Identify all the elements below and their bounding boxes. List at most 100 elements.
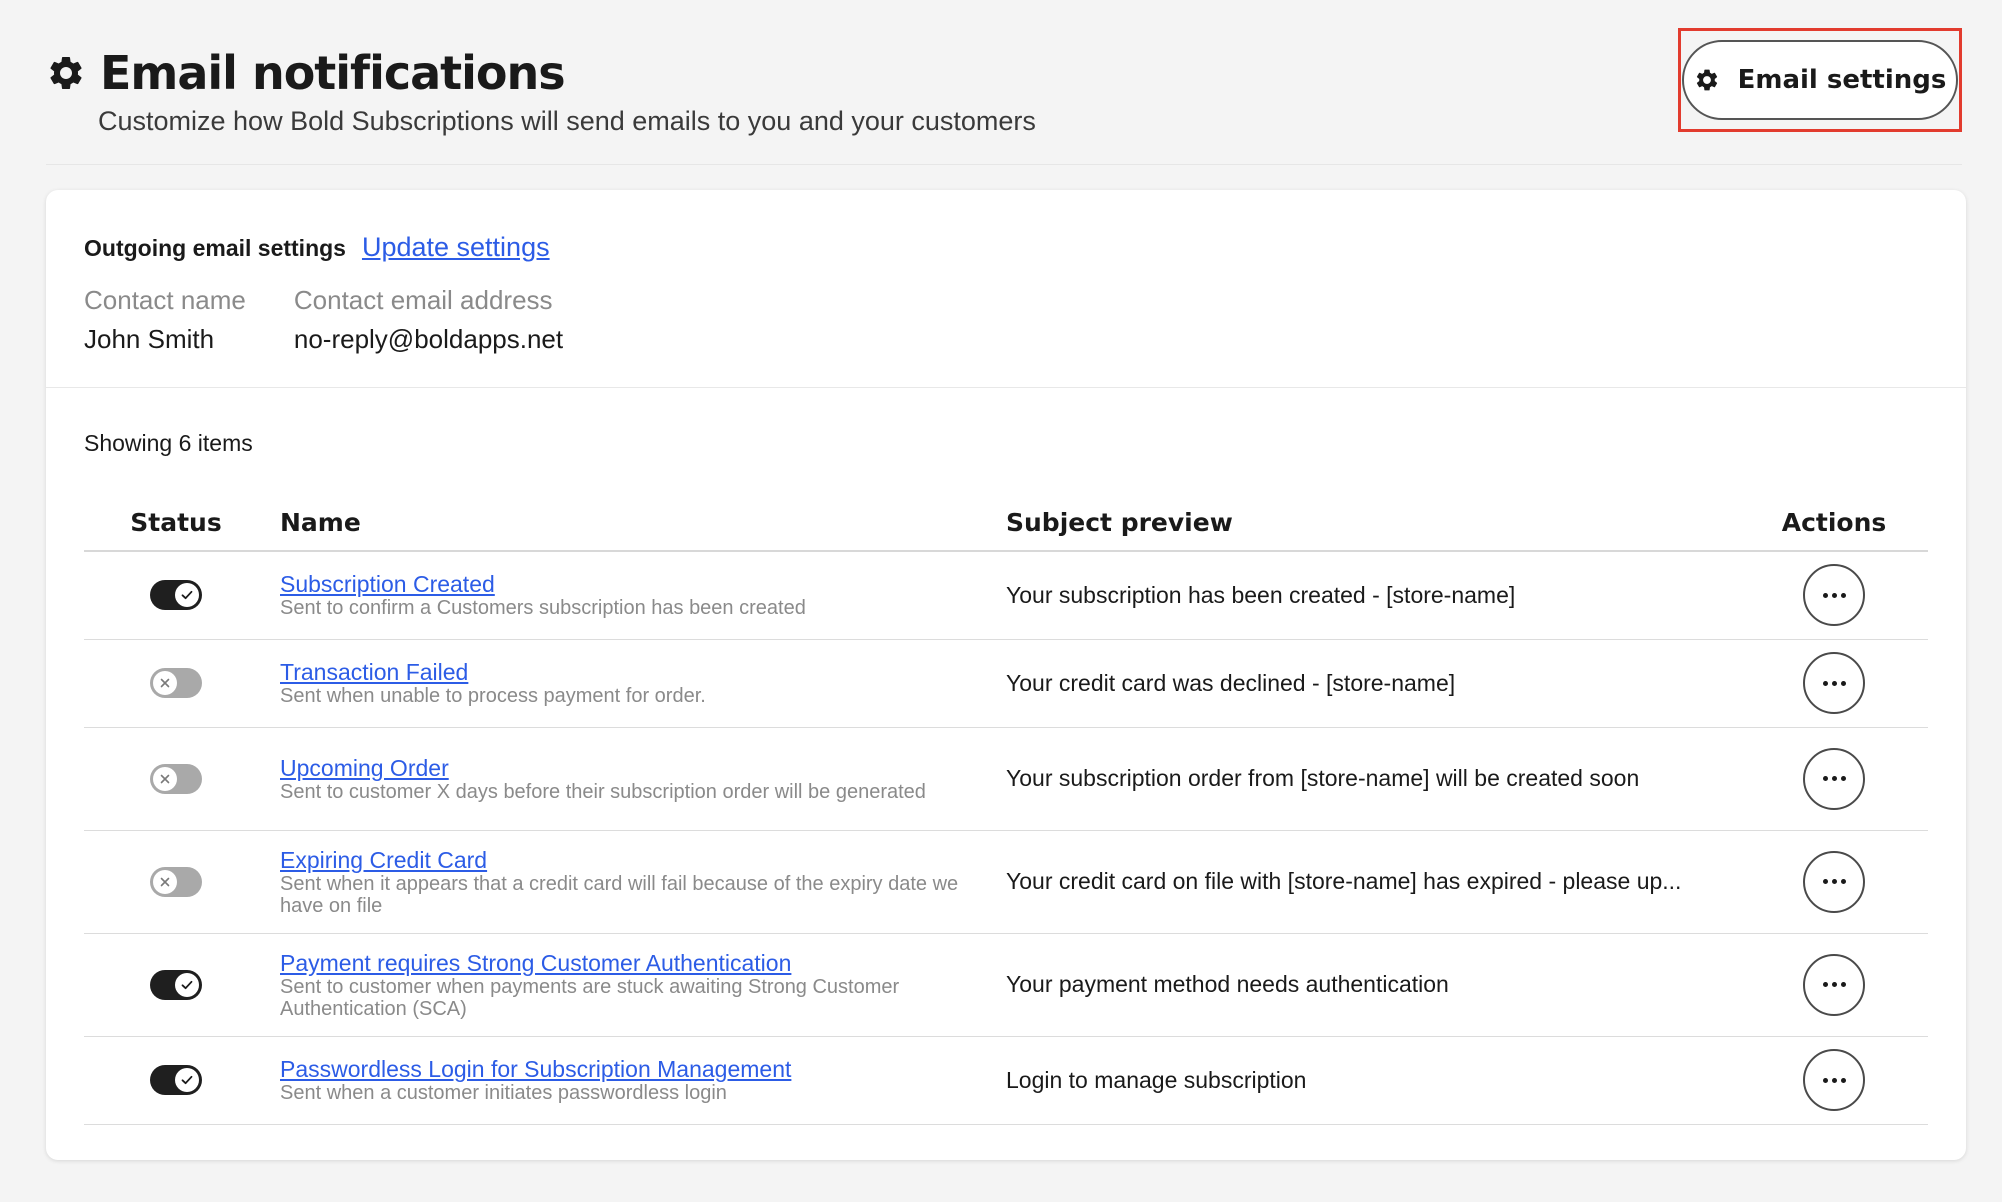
more-actions-button[interactable] — [1803, 1049, 1865, 1111]
column-header-name[interactable]: Name — [268, 495, 1006, 552]
actions-cell — [1740, 551, 1928, 640]
contact-name-group: Contact name John Smith — [84, 285, 246, 355]
email-settings-button[interactable]: Email settings — [1682, 40, 1958, 120]
table-row: Subscription Created Sent to confirm a Cu… — [84, 551, 1928, 640]
check-icon — [175, 1068, 199, 1092]
contact-name-label: Contact name — [84, 285, 246, 315]
gear-icon — [1694, 67, 1720, 93]
ellipsis-icon — [1840, 776, 1846, 781]
notification-description: Sent to confirm a Customers subscription… — [280, 597, 806, 620]
more-actions-button[interactable] — [1803, 564, 1865, 627]
status-toggle[interactable] — [150, 969, 202, 1000]
gear-icon — [46, 53, 86, 93]
notification-name-link[interactable]: Upcoming Order — [280, 755, 976, 781]
notification-name-link[interactable]: Subscription Created — [280, 571, 976, 597]
status-cell — [84, 1036, 268, 1125]
ellipsis-icon — [1831, 680, 1837, 686]
status-cell — [84, 933, 268, 1037]
check-icon — [175, 972, 199, 997]
status-cell — [84, 639, 268, 728]
email-settings-label: Email settings — [1737, 65, 1947, 95]
notification-name-link[interactable]: Transaction Failed — [280, 659, 976, 685]
table-row: Payment requires Strong Customer Authent… — [84, 933, 1928, 1037]
notification-name-link[interactable]: Passwordless Login for Subscription Mana… — [280, 1056, 976, 1082]
subject-preview: Login to manage subscription — [1006, 1036, 1740, 1125]
name-cell: Transaction Failed Sent when unable to pr… — [268, 639, 1006, 728]
table-body: Subscription Created Sent to confirm a Cu… — [84, 551, 1928, 1125]
name-cell: Upcoming Order Sent to customer X days be… — [268, 727, 1006, 831]
ellipsis-icon — [1822, 879, 1828, 884]
status-toggle[interactable] — [150, 668, 202, 698]
ellipsis-icon — [1831, 592, 1837, 598]
outgoing-email-section: Outgoing email settings Update settings … — [46, 190, 1966, 388]
ellipsis-icon — [1831, 879, 1837, 884]
more-actions-button[interactable] — [1803, 747, 1865, 810]
status-cell — [84, 727, 268, 831]
status-toggle[interactable] — [150, 1065, 202, 1095]
table-row: Upcoming Order Sent to customer X days be… — [84, 727, 1928, 831]
actions-cell — [1740, 830, 1928, 934]
name-cell: Subscription Created Sent to confirm a Cu… — [268, 551, 1006, 640]
outgoing-email-header: Outgoing email settings Update settings — [84, 232, 1928, 263]
ellipsis-icon — [1840, 680, 1846, 686]
ellipsis-icon — [1831, 982, 1837, 987]
outgoing-email-label: Outgoing email settings — [84, 235, 346, 261]
notification-description: Sent when unable to process payment for … — [280, 685, 706, 707]
ellipsis-icon — [1822, 982, 1828, 987]
header-divider — [46, 164, 1962, 165]
status-cell — [84, 830, 268, 934]
x-icon — [153, 869, 177, 894]
table-row: Passwordless Login for Subscription Mana… — [84, 1036, 1928, 1125]
column-header-status[interactable]: Status — [84, 495, 268, 552]
ellipsis-icon — [1822, 680, 1828, 686]
ellipsis-icon — [1822, 592, 1828, 598]
actions-cell — [1740, 727, 1928, 831]
status-toggle[interactable] — [150, 763, 202, 794]
contact-info: Contact name John Smith Contact email ad… — [84, 285, 1928, 355]
actions-cell — [1740, 639, 1928, 728]
ellipsis-icon — [1840, 879, 1846, 884]
more-actions-button[interactable] — [1803, 652, 1865, 714]
contact-email-group: Contact email address no-reply@boldapps.… — [294, 285, 563, 355]
ellipsis-icon — [1840, 592, 1846, 598]
ellipsis-icon — [1840, 982, 1846, 987]
x-icon — [153, 671, 177, 695]
update-settings-link[interactable]: Update settings — [362, 232, 550, 263]
table-row: Expiring Credit Card Sent when it appears… — [84, 830, 1928, 934]
title-row: Email notifications — [46, 46, 1962, 100]
table-row: Transaction Failed Sent when unable to pr… — [84, 639, 1928, 728]
subject-preview: Your subscription has been created - [st… — [1006, 551, 1740, 640]
contact-name-value: John Smith — [84, 324, 215, 354]
contact-email-label: Contact email address — [293, 285, 553, 315]
ellipsis-icon — [1822, 776, 1828, 781]
status-toggle[interactable] — [150, 580, 202, 611]
ellipsis-icon — [1831, 776, 1837, 781]
ellipsis-icon — [1822, 1077, 1828, 1083]
email-settings-highlight: Email settings — [1678, 28, 1962, 132]
items-count: Showing 6 items — [84, 430, 253, 456]
notification-description: Sent to customer X days before their sub… — [280, 780, 926, 803]
contact-email-value: no-reply@boldapps.net — [293, 324, 564, 354]
notifications-card: Outgoing email settings Update settings … — [46, 190, 1966, 1160]
subject-preview: Your payment method needs authentication — [1006, 933, 1740, 1037]
status-cell — [84, 551, 268, 640]
notification-name-link[interactable]: Payment requires Strong Customer Authent… — [280, 950, 976, 976]
column-header-actions: Actions — [1740, 495, 1928, 552]
actions-cell — [1740, 933, 1928, 1037]
notification-name-link[interactable]: Expiring Credit Card — [280, 847, 976, 873]
table-header-row: Status Name Subject preview Actions — [84, 495, 1928, 552]
column-header-subject[interactable]: Subject preview — [1006, 495, 1740, 552]
subject-preview: Your credit card on file with [store-nam… — [1006, 830, 1740, 934]
subject-preview: Your subscription order from [store-name… — [1006, 727, 1740, 831]
more-actions-button[interactable] — [1803, 850, 1865, 913]
status-toggle[interactable] — [150, 866, 202, 897]
x-icon — [153, 766, 177, 791]
page-title: Email notifications — [100, 46, 566, 100]
more-actions-button[interactable] — [1803, 953, 1865, 1016]
check-icon — [175, 583, 199, 608]
notification-description: Sent to customer when payments are stuck… — [280, 975, 900, 1020]
notification-description: Sent when a customer initiates passwordl… — [280, 1082, 727, 1104]
notifications-list-section: Showing 6 items Status Name Subject prev… — [46, 388, 1966, 1125]
ellipsis-icon — [1831, 1077, 1837, 1083]
actions-cell — [1740, 1036, 1928, 1125]
